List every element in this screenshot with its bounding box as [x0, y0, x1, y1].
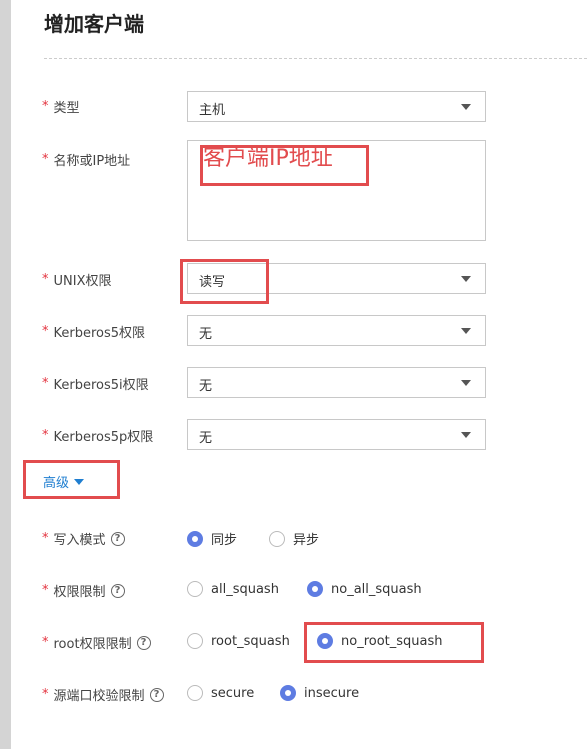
krb5i-label: * Kerberos5i权限 — [42, 374, 149, 393]
required-mark: * — [42, 687, 49, 702]
radio-checked-icon — [187, 530, 203, 547]
highlight-box-advanced — [23, 460, 120, 499]
krb5i-label-text: Kerberos5i权限 — [53, 378, 149, 393]
ip-annotation-text: 客户端IP地址 — [203, 146, 333, 171]
type-select-value: 主机 — [199, 103, 226, 118]
krb5-label-text: Kerberos5权限 — [53, 326, 146, 341]
radio-label: all_squash — [211, 581, 279, 597]
radio-no-all-squash[interactable]: no_all_squash — [307, 581, 422, 597]
type-label-text: 类型 — [53, 101, 80, 116]
write-mode-label-text: 写入模式 — [53, 533, 106, 548]
radio-insecure[interactable]: insecure — [280, 685, 359, 701]
radio-label: root_squash — [211, 633, 290, 649]
type-select[interactable]: 主机 — [187, 91, 486, 122]
caret-down-icon — [461, 432, 471, 438]
radio-root-squash[interactable]: root_squash — [187, 633, 290, 649]
help-icon[interactable]: ? — [110, 583, 125, 598]
krb5i-select-value: 无 — [199, 379, 213, 394]
type-label: * 类型 — [42, 97, 80, 116]
required-mark: * — [42, 376, 49, 391]
krb5p-label-text: Kerberos5p权限 — [53, 430, 154, 445]
highlight-box-no-root-squash — [304, 622, 484, 663]
page-title: 增加客户端 — [44, 12, 144, 36]
required-mark: * — [42, 99, 49, 114]
squash-label: * 权限限制 ? — [42, 581, 125, 600]
squash-label-text: 权限限制 — [53, 585, 106, 600]
radio-label: 异步 — [293, 533, 320, 548]
caret-down-icon — [461, 104, 471, 110]
write-mode-label: * 写入模式 ? — [42, 529, 125, 548]
required-mark: * — [42, 531, 49, 546]
required-mark: * — [42, 272, 49, 287]
radio-write-sync[interactable]: 同步 — [187, 529, 237, 548]
required-mark: * — [42, 324, 49, 339]
radio-unchecked-icon — [187, 581, 203, 597]
root-squash-label: * root权限限制 ? — [42, 633, 151, 652]
caret-down-icon — [461, 276, 471, 282]
help-icon[interactable]: ? — [149, 687, 164, 702]
radio-label: secure — [211, 685, 255, 701]
krb5-label: * Kerberos5权限 — [42, 322, 145, 341]
required-mark: * — [42, 583, 49, 598]
unix-label: * UNIX权限 — [42, 270, 111, 289]
radio-secure[interactable]: secure — [187, 685, 254, 701]
caret-down-icon — [461, 380, 471, 386]
kerberos5-select[interactable]: 无 — [187, 315, 486, 346]
required-mark: * — [42, 152, 49, 167]
help-icon[interactable]: ? — [110, 531, 125, 546]
radio-checked-icon — [307, 581, 323, 597]
radio-unchecked-icon — [187, 633, 203, 649]
radio-label: no_all_squash — [331, 581, 422, 597]
required-mark: * — [42, 635, 49, 650]
radio-checked-icon — [280, 685, 296, 701]
name-label-text: 名称或IP地址 — [53, 154, 131, 169]
help-icon[interactable]: ? — [136, 635, 151, 650]
krb5p-select-value: 无 — [199, 431, 213, 446]
required-mark: * — [42, 428, 49, 443]
radio-write-async[interactable]: 异步 — [269, 529, 319, 548]
radio-all-squash[interactable]: all_squash — [187, 581, 279, 597]
krb5-select-value: 无 — [199, 327, 213, 342]
kerberos5i-select[interactable]: 无 — [187, 367, 486, 398]
left-scroll-strip — [0, 0, 11, 749]
radio-unchecked-icon — [269, 530, 285, 547]
radio-label: insecure — [304, 685, 360, 701]
title-divider — [44, 58, 587, 59]
radio-label: 同步 — [211, 533, 238, 548]
root-squash-label-text: root权限限制 — [53, 637, 132, 652]
caret-down-icon — [461, 328, 471, 334]
kerberos5p-select[interactable]: 无 — [187, 419, 486, 450]
secure-label: * 源端口校验限制 ? — [42, 685, 164, 704]
radio-unchecked-icon — [187, 685, 203, 701]
secure-label-text: 源端口校验限制 — [53, 689, 145, 704]
highlight-box-unix — [180, 259, 269, 304]
unix-label-text: UNIX权限 — [53, 274, 112, 289]
name-label: * 名称或IP地址 — [42, 150, 130, 169]
krb5p-label: * Kerberos5p权限 — [42, 426, 153, 445]
